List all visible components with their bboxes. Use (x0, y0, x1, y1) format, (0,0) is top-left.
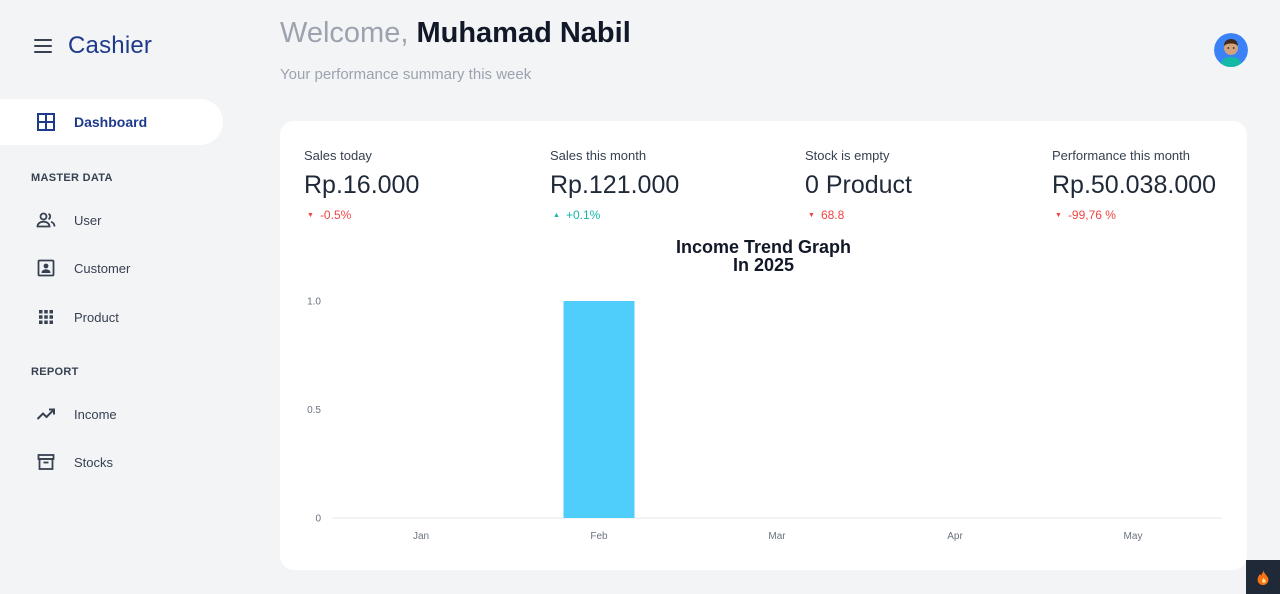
dashboard-grid-icon (36, 112, 56, 132)
y-tick-label: 0.5 (307, 405, 321, 416)
dashboard-card: Sales today Rp.16.000 ▼ -0.5% Sales this… (280, 121, 1247, 570)
sidebar-item-label: Dashboard (74, 114, 148, 130)
x-tick-label: Apr (947, 531, 963, 542)
sidebar-item-user[interactable]: User (36, 208, 101, 232)
sidebar: Cashier Dashboard MASTER DATA User Custo… (0, 0, 250, 594)
archive-icon (36, 452, 56, 472)
flame-icon[interactable] (1246, 560, 1280, 594)
menu-icon[interactable] (34, 39, 52, 53)
trending-up-icon (36, 404, 56, 424)
brand: Cashier (34, 32, 152, 60)
sidebar-item-label: Income (74, 406, 117, 422)
x-tick-label: Feb (590, 531, 608, 542)
sidebar-item-label: Stocks (74, 454, 114, 470)
user-name: Muhamad Nabil (416, 17, 631, 49)
sidebar-item-label: User (74, 212, 102, 228)
apps-grid-icon (36, 307, 56, 327)
page-title: Welcome, Muhamad Nabil (280, 17, 631, 50)
sidebar-item-income[interactable]: Income (36, 402, 117, 426)
section-label-master-data: MASTER DATA (31, 172, 113, 184)
app-title: Cashier (68, 32, 153, 59)
x-tick-label: Mar (768, 531, 786, 542)
y-tick-label: 0 (315, 514, 321, 525)
welcome-prefix: Welcome, (280, 17, 409, 49)
users-icon (36, 210, 56, 230)
sidebar-item-label: Product (74, 309, 119, 325)
sidebar-item-stocks[interactable]: Stocks (36, 450, 113, 474)
sidebar-item-dashboard[interactable]: Dashboard (0, 99, 223, 145)
chart-bar-feb (563, 301, 635, 518)
page-subtitle: Your performance summary this week (280, 66, 532, 83)
sidebar-item-customer[interactable]: Customer (36, 256, 130, 280)
income-bar-chart: 0 0.5 1.0 Jan Feb Mar Apr May (307, 297, 1222, 542)
sidebar-item-product[interactable]: Product (36, 305, 119, 329)
sidebar-item-label: Customer (74, 260, 131, 276)
x-tick-label: Jan (413, 531, 429, 542)
x-tick-label: May (1124, 531, 1143, 542)
contact-card-icon (36, 258, 56, 278)
y-tick-label: 1.0 (307, 297, 321, 308)
avatar[interactable] (1214, 33, 1248, 67)
section-label-report: REPORT (31, 366, 79, 378)
